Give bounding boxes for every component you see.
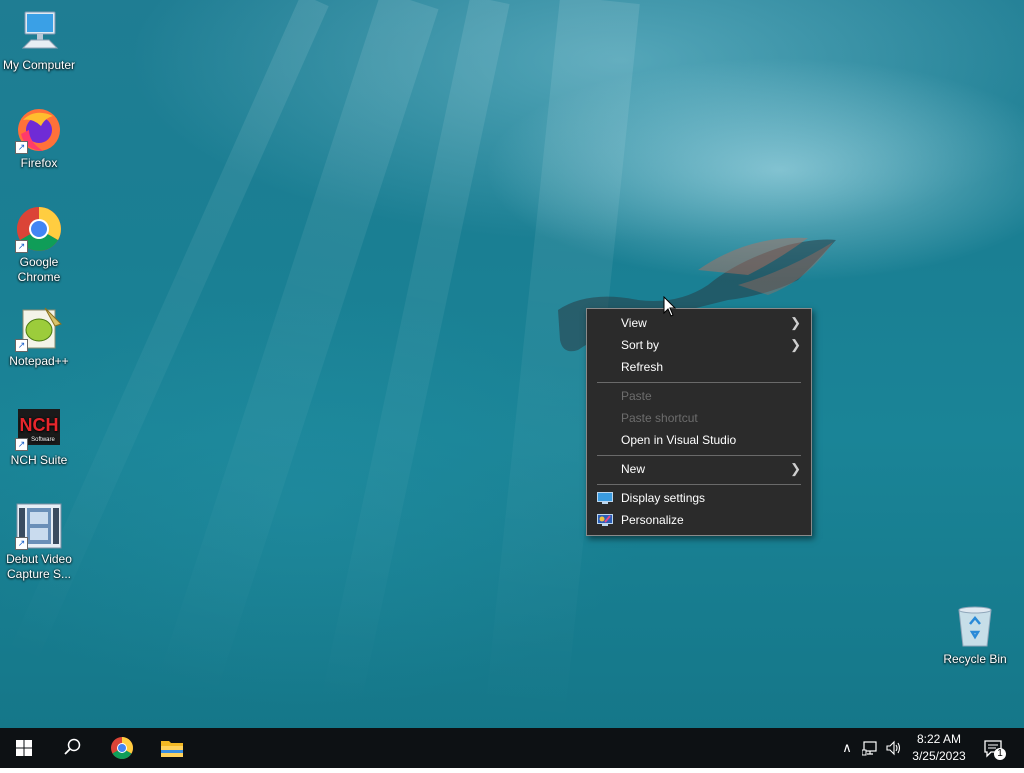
menu-item-personalize[interactable]: Personalize <box>587 509 811 531</box>
menu-item-label: New <box>621 462 646 476</box>
nch-icon: NCH Software ↗ <box>15 403 63 451</box>
menu-separator <box>597 484 801 485</box>
firefox-icon: ↗ <box>15 106 63 154</box>
menu-item-label: Personalize <box>621 513 684 527</box>
desktop-icon-label: Debut Video Capture S... <box>6 552 72 581</box>
taskbar: ∧ 8:22 AM 3/25/2023 1 <box>0 728 1024 768</box>
menu-item-label: Sort by <box>621 338 660 352</box>
menu-separator <box>597 455 801 456</box>
desktop-icon-my-computer[interactable]: My Computer <box>1 8 77 73</box>
nch-logo-subtext: Software <box>31 437 55 443</box>
desktop-icon-firefox[interactable]: ↗ Firefox <box>1 106 77 171</box>
desktop-icon-label: Notepad++ <box>9 354 69 368</box>
shortcut-arrow-icon: ↗ <box>15 438 28 451</box>
chevron-right-icon: ❯ <box>790 461 801 476</box>
desktop-icon-notepad-plus-plus[interactable]: ↗ Notepad++ <box>1 304 77 369</box>
shortcut-arrow-icon: ↗ <box>15 339 28 352</box>
menu-item-open-in-visual-studio[interactable]: Open in Visual Studio <box>587 429 811 451</box>
clock-time: 8:22 AM <box>916 732 962 746</box>
menu-item-label: Paste shortcut <box>621 411 698 425</box>
menu-item-label: Display settings <box>621 491 706 505</box>
film-strip-icon: ↗ <box>15 502 63 550</box>
action-center-button[interactable]: 1 <box>976 728 1024 768</box>
chrome-icon: ↗ <box>15 205 63 253</box>
menu-item-label: Refresh <box>621 360 664 374</box>
menu-item-refresh[interactable]: Refresh <box>587 356 811 378</box>
desktop-icon-nch-suite[interactable]: NCH Software ↗ NCH Suite <box>1 403 77 468</box>
menu-item-label: Paste <box>621 389 652 403</box>
start-button[interactable] <box>0 728 48 768</box>
desktop-icon-label: NCH Suite <box>10 453 68 467</box>
menu-item-label: Open in Visual Studio <box>621 433 737 447</box>
recycle-bin-icon <box>951 602 999 650</box>
search-button[interactable] <box>48 728 96 768</box>
windows-logo-icon <box>16 740 32 756</box>
shortcut-arrow-icon: ↗ <box>15 240 28 253</box>
chrome-icon <box>111 737 133 759</box>
taskbar-clock[interactable]: 8:22 AM 3/25/2023 <box>906 731 972 765</box>
desktop-icon-recycle-bin[interactable]: Recycle Bin <box>937 602 1013 667</box>
menu-separator <box>597 382 801 383</box>
file-explorer-icon <box>161 741 183 757</box>
chevron-up-icon[interactable]: ∧ <box>838 740 856 756</box>
chevron-right-icon: ❯ <box>790 315 801 330</box>
clock-date: 3/25/2023 <box>912 749 966 763</box>
menu-item-paste: Paste <box>587 385 811 407</box>
volume-icon[interactable] <box>885 740 903 756</box>
desktop-icon-google-chrome[interactable]: ↗ Google Chrome <box>1 205 77 285</box>
taskbar-chrome-button[interactable] <box>98 728 146 768</box>
chevron-right-icon: ❯ <box>790 337 801 352</box>
notification-count-badge: 1 <box>997 748 1003 759</box>
menu-item-new[interactable]: New ❯ <box>587 458 811 480</box>
display-settings-icon <box>597 492 613 504</box>
monitor-icon <box>15 8 63 56</box>
desktop-icon-label: My Computer <box>2 58 76 72</box>
search-icon <box>64 738 81 755</box>
desktop-icon-debut-video[interactable]: ↗ Debut Video Capture S... <box>1 502 77 582</box>
network-icon[interactable] <box>861 740 880 756</box>
mouse-cursor-icon <box>663 296 677 317</box>
notepad-plus-plus-icon: ↗ <box>15 304 63 352</box>
menu-item-sort-by[interactable]: Sort by ❯ <box>587 334 811 356</box>
menu-item-label: View <box>621 316 647 330</box>
desktop-background[interactable]: My Computer ↗ Firefox ↗ Google Chrome ↗ … <box>0 0 1024 728</box>
shortcut-arrow-icon: ↗ <box>15 141 28 154</box>
nch-logo-text: NCH <box>20 415 59 435</box>
personalize-icon <box>597 514 613 526</box>
desktop-icon-label: Recycle Bin <box>943 652 1007 666</box>
menu-item-paste-shortcut: Paste shortcut <box>587 407 811 429</box>
desktop-icon-label: Firefox <box>20 156 58 170</box>
taskbar-file-explorer-button[interactable] <box>148 728 196 768</box>
menu-item-view[interactable]: View ❯ <box>587 312 811 334</box>
shortcut-arrow-icon: ↗ <box>15 537 28 550</box>
menu-item-display-settings[interactable]: Display settings <box>587 487 811 509</box>
desktop-context-menu: View ❯ Sort by ❯ Refresh Paste Paste sho… <box>586 308 812 536</box>
desktop-icon-label: Google Chrome <box>17 255 61 284</box>
